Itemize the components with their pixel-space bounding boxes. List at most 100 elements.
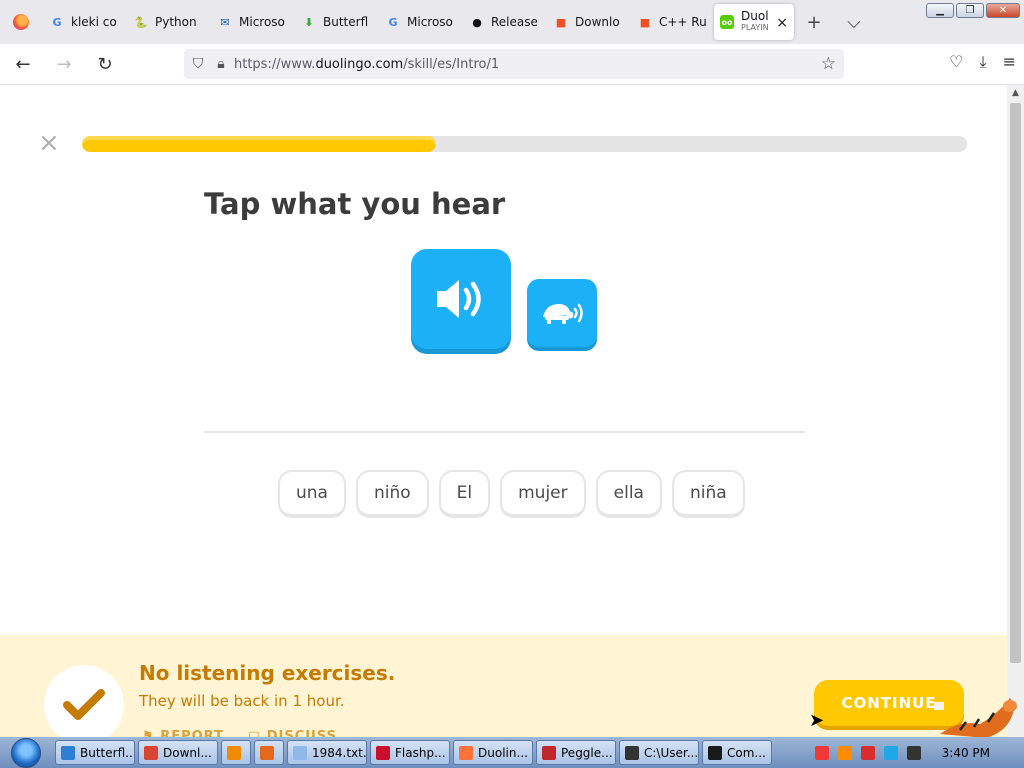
search-icon[interactable]	[837, 745, 852, 760]
cmd-icon	[708, 745, 722, 760]
answer-line	[204, 431, 805, 433]
word-bank: una niño El mujer ella niña	[278, 470, 745, 518]
browser-tab[interactable]: ⬇ Butterfl	[294, 0, 378, 44]
browser-tab-label: kleki co	[71, 15, 117, 29]
taskbar-item[interactable]: C:\User...	[619, 740, 699, 765]
restore-button[interactable]: ❐	[956, 3, 984, 18]
scroll-thumb[interactable]	[1010, 103, 1021, 663]
volume-icon[interactable]	[906, 745, 921, 760]
taskbar-item-label: 1984.txt...	[312, 745, 367, 760]
firefox-icon[interactable]	[0, 0, 42, 44]
ie-icon	[61, 745, 75, 760]
minimize-button[interactable]: ▁	[926, 3, 954, 18]
vivaldi-icon[interactable]	[814, 745, 829, 760]
taskbar-item-label: Com...	[727, 745, 766, 760]
notepad-icon	[293, 745, 307, 760]
word-tile[interactable]: niño	[355, 470, 429, 518]
browser-tab[interactable]: 🐍 Python	[126, 0, 210, 44]
close-lesson-icon[interactable]: ×	[38, 130, 60, 156]
report-button[interactable]: ⚑ REPORT	[142, 729, 224, 737]
taskbar-item-label: Duolin...	[478, 745, 528, 760]
taskbar-item-label: C:\User...	[644, 745, 699, 760]
download-icon: ⬇	[304, 15, 314, 29]
browser-tab[interactable]: ■ C++ Ru	[630, 0, 714, 44]
browser-tab[interactable]: G Microso	[378, 0, 462, 44]
turtle-icon	[543, 303, 583, 324]
browser-tab[interactable]: Gkleki co	[42, 0, 126, 44]
taskbar-item[interactable]	[254, 740, 284, 765]
python-icon: 🐍	[134, 15, 148, 29]
url-text[interactable]: https://www.duolingo.com/skill/es/Intro/…	[234, 57, 499, 72]
word-tile[interactable]: niña	[671, 470, 745, 518]
word-tile[interactable]: El	[438, 470, 491, 518]
taskbar-item-label: Flashp...	[395, 745, 446, 760]
page-scrollbar[interactable]: ▲	[1007, 85, 1024, 737]
system-tray: 3:40 PM	[807, 737, 1024, 768]
clock[interactable]: 3:40 PM	[942, 746, 990, 760]
taskbar-items: Butterfl... Downl... 1984.txt... Flashp... D…	[52, 740, 772, 765]
taskbar-item[interactable]: Peggle...	[536, 740, 616, 765]
challenge-title: Tap what you hear	[204, 187, 506, 221]
taskbar-item-label: Butterfl...	[80, 745, 135, 760]
taskbar-item-label: Peggle...	[561, 745, 613, 760]
taskbar-item[interactable]: 1984.txt...	[287, 740, 367, 765]
word-tile[interactable]: mujer	[500, 470, 586, 518]
forward-button[interactable]: →	[46, 49, 82, 79]
microsoft-icon: ■	[555, 15, 567, 29]
feedback-title: No listening exercises.	[139, 661, 396, 685]
microsoft-icon: ■	[639, 15, 651, 29]
start-button[interactable]	[0, 737, 52, 768]
word-tile[interactable]: ella	[595, 470, 662, 518]
app-icon	[260, 745, 274, 760]
display-icon[interactable]	[883, 745, 898, 760]
lock-icon[interactable]: 🔒︎	[212, 56, 230, 72]
flashpoint-icon	[376, 745, 390, 760]
desktop-pet-tiger-icon	[934, 698, 1017, 738]
mouse-cursor-icon: ➤	[809, 710, 825, 731]
browser-tab-label: Microso	[239, 15, 285, 29]
downloads-icon[interactable]: ⤓	[980, 52, 987, 72]
play-slow-audio-button[interactable]	[527, 279, 597, 347]
word-tile[interactable]: una	[278, 470, 346, 518]
google-icon: G	[52, 15, 62, 29]
browser-tab-label: C++ Ru	[659, 15, 706, 29]
browser-tab-label: Release	[491, 15, 538, 29]
taskbar-item[interactable]: Butterfl...	[55, 740, 135, 765]
back-button[interactable]: ←	[5, 49, 41, 79]
peggle-icon	[542, 745, 556, 760]
window-controls: ▁ ❐ ✕	[926, 3, 1020, 18]
feedback-subtitle: They will be back in 1 hour.	[139, 692, 345, 710]
tab-list: Gkleki co 🐍 Python ✉ Microso ⬇ Butterfl G Micros…	[42, 0, 714, 44]
reload-button[interactable]: ↻	[87, 49, 123, 79]
outlook-icon: ✉	[220, 15, 230, 29]
browser-tab-label: Downlo	[575, 15, 620, 29]
browser-tab[interactable]: ● Release	[462, 0, 546, 44]
taskbar-item[interactable]: Com...	[702, 740, 772, 765]
close-tab-icon[interactable]: ×	[776, 15, 788, 31]
speaker-icon	[437, 280, 481, 318]
check-badge	[44, 665, 124, 737]
pocket-icon[interactable]: ♡	[949, 52, 963, 72]
tab-strip: Gkleki co 🐍 Python ✉ Microso ⬇ Butterfl G Micros…	[0, 0, 1024, 44]
taskbar-item[interactable]: Flashp...	[370, 740, 450, 765]
taskbar-item[interactable]: Duolin...	[453, 740, 533, 765]
flag-icon[interactable]	[860, 745, 875, 760]
new-tab-button[interactable]: +	[794, 12, 834, 33]
url-bar[interactable]: ⛉ 🔒︎ https://www.duolingo.com/skill/es/I…	[184, 49, 844, 79]
close-window-button[interactable]: ✕	[986, 3, 1020, 18]
discuss-button[interactable]: ▢ DISCUSS	[248, 729, 337, 737]
menu-icon[interactable]: ≡	[1003, 52, 1016, 72]
scroll-up-icon[interactable]: ▲	[1007, 85, 1024, 101]
bookmark-star-icon[interactable]: ☆	[821, 54, 836, 74]
browser-tab[interactable]: ■ Downlo	[546, 0, 630, 44]
tab-duolingo[interactable]: oo Duol PLAYIN ×	[714, 4, 794, 40]
navigation-bar: ← → ↻ ⛉ 🔒︎ https://www.duolingo.com/skil…	[0, 44, 1024, 85]
tab-list-button[interactable]: ⌵	[834, 12, 874, 33]
taskbar-item[interactable]	[221, 740, 251, 765]
github-icon: ●	[472, 15, 482, 29]
taskbar-item[interactable]: Downl...	[138, 740, 218, 765]
shield-icon[interactable]: ⛉	[184, 56, 212, 72]
browser-tab-label: Python	[155, 15, 197, 29]
play-audio-button[interactable]	[411, 249, 511, 349]
browser-tab[interactable]: ✉ Microso	[210, 0, 294, 44]
